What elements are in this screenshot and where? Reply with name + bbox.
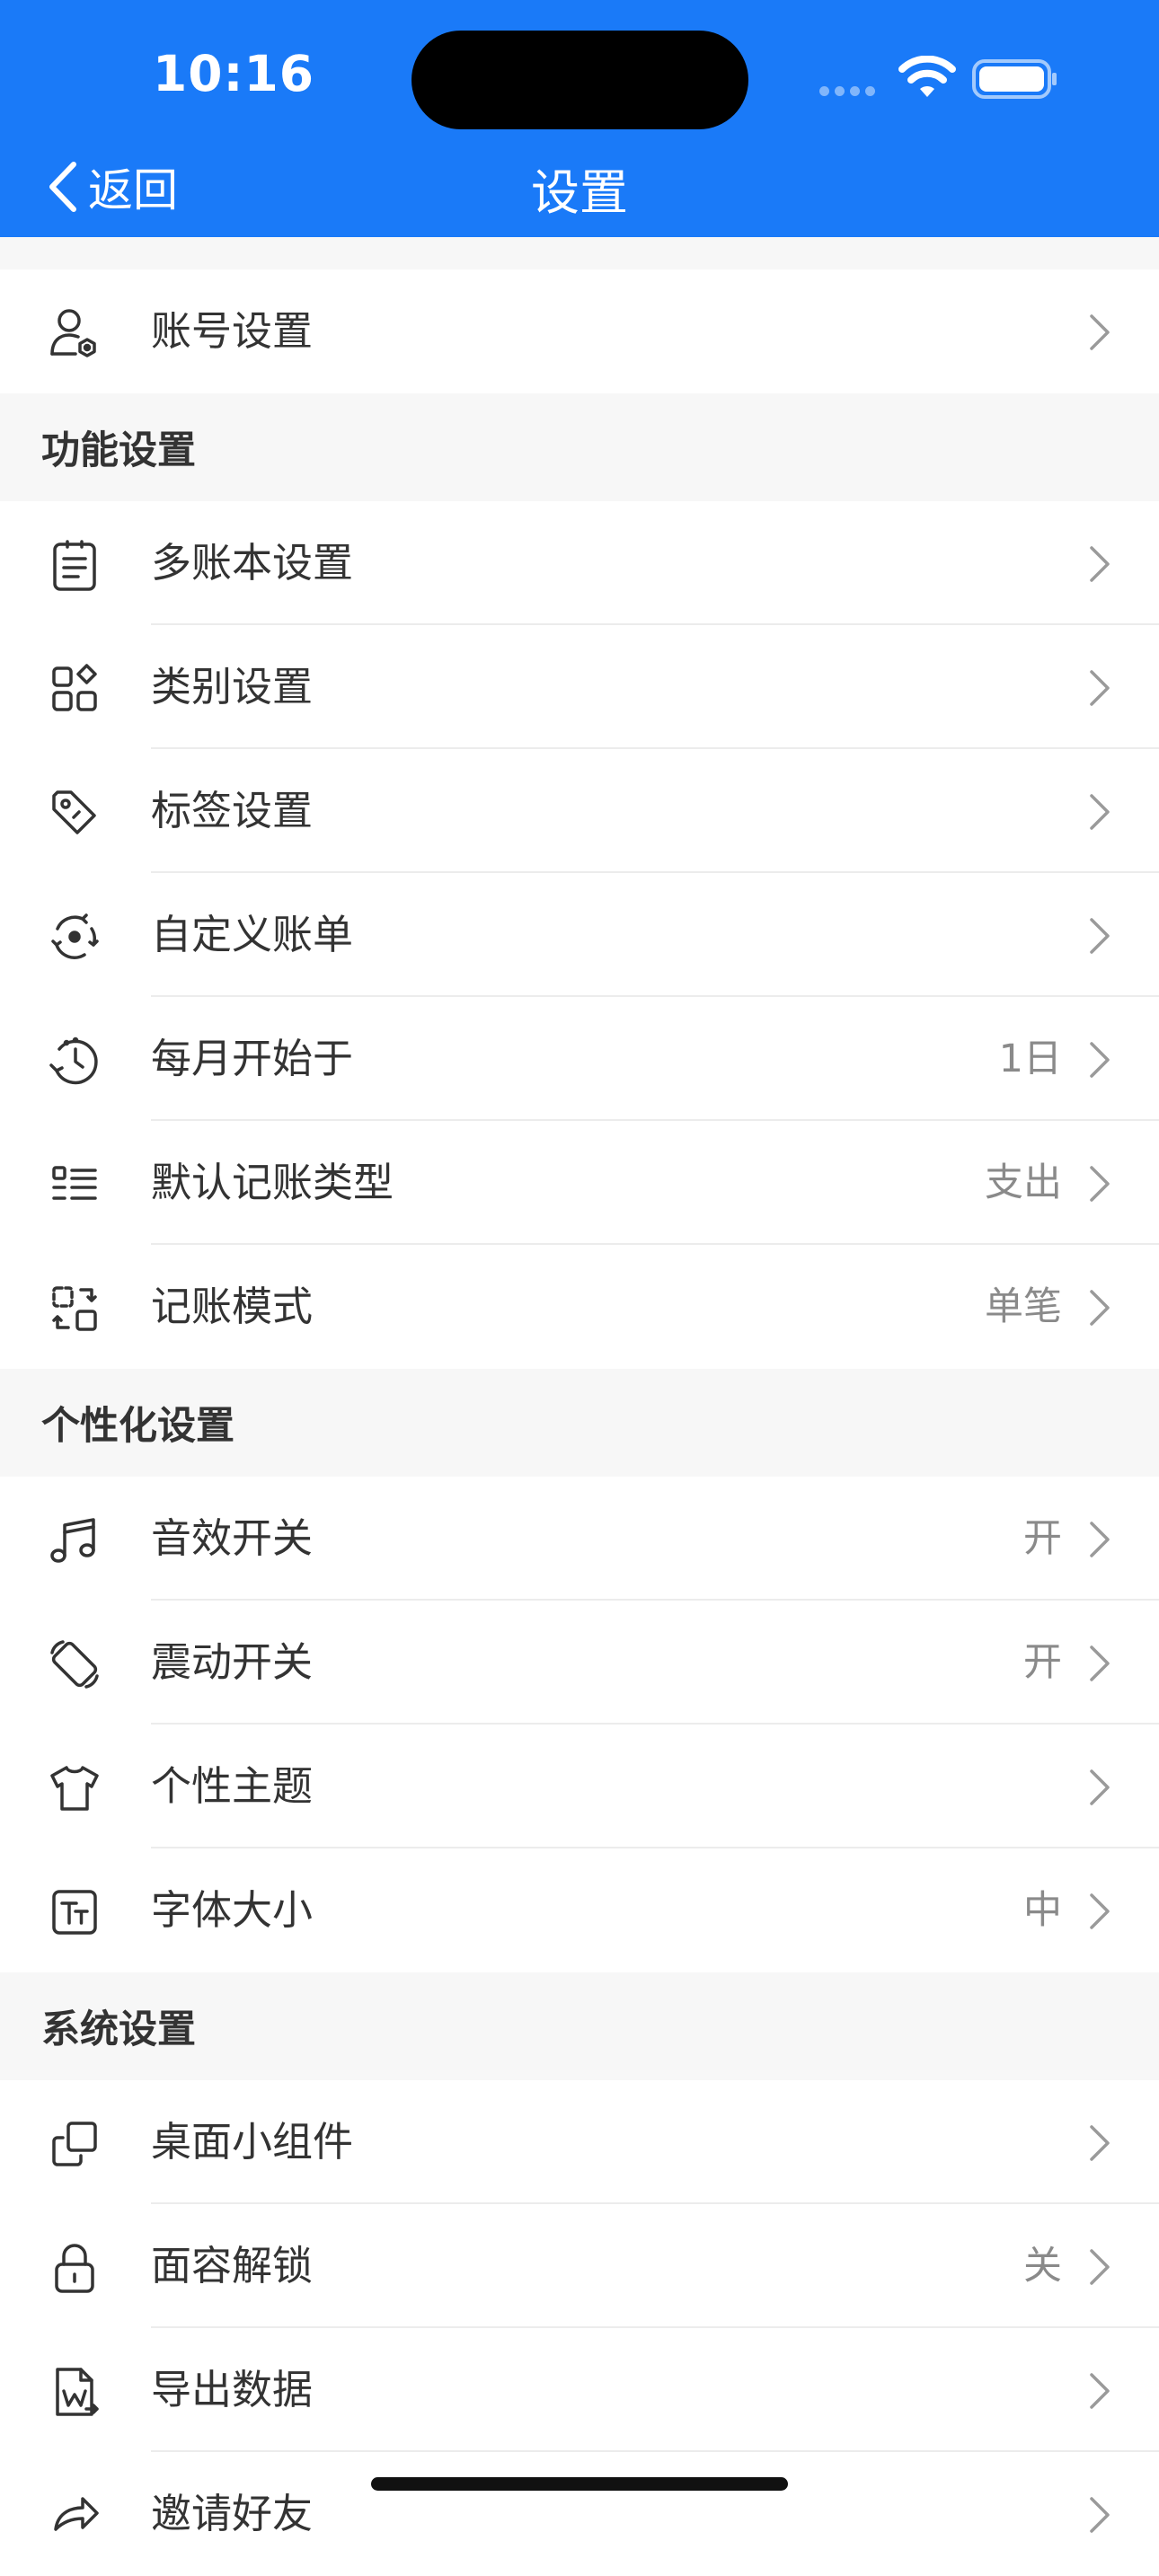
settings-row-month-start[interactable]: 每月开始于 1日 <box>0 997 1159 1121</box>
row-label: 标签设置 <box>151 787 314 834</box>
settings-row-widget[interactable]: 桌面小组件 <box>0 2080 1159 2204</box>
music-icon <box>47 1513 102 1568</box>
row-label: 账号设置 <box>151 307 314 355</box>
wifi-icon <box>898 56 956 97</box>
row-value: 1日 <box>998 1037 1062 1081</box>
ledger-icon <box>47 537 102 593</box>
widget-icon <box>47 2116 102 2172</box>
row-label: 面容解锁 <box>151 2242 314 2289</box>
font-size-icon <box>47 1884 102 1940</box>
battery-icon <box>972 59 1057 99</box>
row-value: 单笔 <box>985 1284 1062 1329</box>
row-label: 音效开关 <box>151 1514 314 1562</box>
chevron-right-icon <box>1090 1893 1110 1929</box>
row-label: 记账模式 <box>151 1283 314 1330</box>
settings-row-invite[interactable]: 邀请好友 <box>0 2452 1159 2576</box>
custom-bill-icon <box>47 909 102 965</box>
settings-row-theme[interactable]: 个性主题 <box>0 1725 1159 1848</box>
chevron-right-icon <box>1090 670 1110 706</box>
row-value: 支出 <box>985 1160 1062 1205</box>
personalization-group: 音效开关 开 震动开关 开 个性主题 字体大小 中 <box>0 1477 1159 1972</box>
row-label: 自定义账单 <box>151 911 354 958</box>
chevron-right-icon <box>1090 2125 1110 2161</box>
row-label: 多账本设置 <box>151 539 354 587</box>
month-start-icon <box>47 1033 102 1089</box>
export-doc-icon <box>47 2364 102 2420</box>
status-time: 10:16 <box>153 45 315 102</box>
section-header-system: 系统设置 <box>0 1972 1159 2080</box>
page-title: 设置 <box>531 164 628 221</box>
settings-row-face-unlock[interactable]: 面容解锁 关 <box>0 2204 1159 2328</box>
features-group: 多账本设置 类别设置 标签设置 自定义账单 每月开始于 1日 默认记账类型 支出… <box>0 501 1159 1369</box>
row-value: 关 <box>1023 2244 1062 2289</box>
row-value: 中 <box>1023 1888 1062 1933</box>
category-icon <box>47 661 102 717</box>
row-label: 震动开关 <box>151 1638 314 1686</box>
chevron-right-icon <box>1090 2373 1110 2409</box>
settings-row-vibration[interactable]: 震动开关 开 <box>0 1601 1159 1725</box>
account-settings-icon <box>47 305 102 361</box>
settings-row-sound[interactable]: 音效开关 开 <box>0 1477 1159 1601</box>
row-label: 邀请好友 <box>151 2490 314 2537</box>
row-label: 个性主题 <box>151 1762 314 1810</box>
chevron-right-icon <box>1090 314 1110 350</box>
section-header-features: 功能设置 <box>0 393 1159 501</box>
chevron-right-icon <box>1090 1042 1110 1078</box>
settings-row-tags[interactable]: 标签设置 <box>0 749 1159 873</box>
row-value: 开 <box>1023 1640 1062 1685</box>
settings-row-categories[interactable]: 类别设置 <box>0 625 1159 749</box>
row-label: 每月开始于 <box>151 1035 354 1082</box>
settings-row-custom-bill[interactable]: 自定义账单 <box>0 873 1159 997</box>
chevron-right-icon <box>1090 1645 1110 1681</box>
row-label: 字体大小 <box>151 1886 314 1934</box>
settings-row-account[interactable]: 账号设置 <box>0 269 1159 393</box>
settings-row-export[interactable]: 导出数据 <box>0 2328 1159 2452</box>
row-label: 桌面小组件 <box>151 2118 354 2166</box>
settings-row-ledgers[interactable]: 多账本设置 <box>0 501 1159 625</box>
mode-icon <box>47 1281 102 1337</box>
settings-row-mode[interactable]: 记账模式 单笔 <box>0 1245 1159 1369</box>
chevron-right-icon <box>1090 918 1110 954</box>
section-header-personalization: 个性化设置 <box>0 1369 1159 1477</box>
chevron-right-icon <box>1090 1769 1110 1805</box>
top-bar: 10:16 返回 设置 <box>0 0 1159 237</box>
system-group: 桌面小组件 面容解锁 关 导出数据 邀请好友 <box>0 2080 1159 2576</box>
chevron-right-icon <box>1090 1166 1110 1202</box>
share-icon <box>47 2488 102 2544</box>
settings-content: 账号设置 功能设置 多账本设置 类别设置 标签设置 自定义账单 每月开始于 1日… <box>0 237 1159 2576</box>
chevron-right-icon <box>1090 1522 1110 1557</box>
row-label: 类别设置 <box>151 663 314 710</box>
vibrate-icon <box>47 1636 102 1692</box>
settings-row-font-size[interactable]: 字体大小 中 <box>0 1848 1159 1972</box>
tag-icon <box>47 785 102 841</box>
cellular-signal-icon <box>819 83 880 100</box>
account-group: 账号设置 <box>0 269 1159 393</box>
chevron-right-icon <box>1090 546 1110 582</box>
chevron-right-icon <box>1090 2497 1110 2533</box>
home-indicator[interactable] <box>371 2477 788 2491</box>
chevron-right-icon <box>1090 794 1110 830</box>
settings-row-default-type[interactable]: 默认记账类型 支出 <box>0 1121 1159 1245</box>
row-value: 开 <box>1023 1516 1062 1561</box>
chevron-right-icon <box>1090 2249 1110 2285</box>
row-label: 默认记账类型 <box>151 1159 394 1206</box>
dynamic-island <box>411 31 748 129</box>
list-icon <box>47 1157 102 1213</box>
lock-icon <box>47 2240 102 2296</box>
chevron-right-icon <box>1090 1290 1110 1326</box>
shirt-icon <box>47 1760 102 1816</box>
row-label: 导出数据 <box>151 2366 314 2413</box>
